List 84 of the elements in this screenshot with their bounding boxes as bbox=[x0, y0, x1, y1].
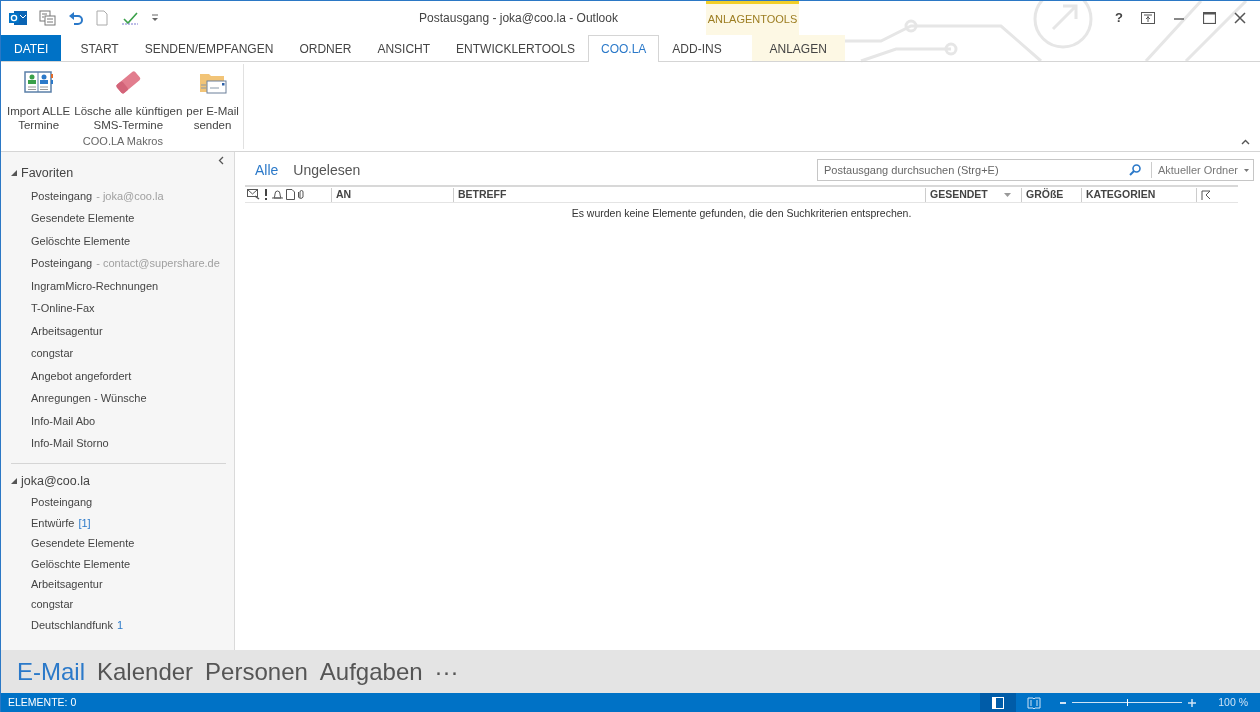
group-label: COO.LA Makros bbox=[81, 133, 164, 149]
folder-item[interactable]: Arbeitsagentur bbox=[31, 322, 103, 340]
folder-item[interactable]: congstar bbox=[31, 345, 74, 362]
customize-caret-icon[interactable] bbox=[151, 13, 159, 23]
folder-item[interactable]: Gelöschte Elemente bbox=[31, 232, 131, 250]
normal-view-icon[interactable] bbox=[992, 696, 1005, 709]
column-header[interactable]: GRÖßE bbox=[1021, 187, 1081, 202]
collapse-ribbon-icon[interactable] bbox=[1241, 139, 1250, 145]
ribbon-display-icon[interactable] bbox=[1141, 12, 1155, 24]
ribbon-tab[interactable]: ENTWICKLERTOOLS bbox=[443, 35, 588, 61]
search-field[interactable]: Postausgang durchsuchen (Strg+E) Aktueller Ordner bbox=[817, 159, 1254, 181]
filter-tab[interactable]: Ungelesen bbox=[283, 159, 366, 181]
document-icon[interactable] bbox=[286, 189, 295, 200]
maximize-icon[interactable] bbox=[1203, 12, 1216, 24]
reading-view-icon[interactable] bbox=[1027, 696, 1042, 709]
folder-item[interactable]: Posteingang bbox=[31, 255, 93, 272]
folder-item[interactable]: Arbeitsagentur bbox=[31, 576, 103, 593]
help-button[interactable]: ? bbox=[1115, 8, 1123, 28]
ribbon-tab[interactable]: COO.LA bbox=[588, 35, 660, 62]
ribbon-tab[interactable]: SENDEN/EMPFANGEN bbox=[131, 35, 287, 61]
folder-item[interactable]: T-Online-Fax bbox=[31, 300, 95, 317]
section-header[interactable]: joka@coo.la bbox=[21, 471, 90, 491]
navigation-item[interactable]: Kalender bbox=[97, 653, 206, 690]
zoom-level[interactable]: 100 % bbox=[1218, 694, 1248, 711]
filter-tab[interactable]: Alle bbox=[245, 159, 284, 181]
sort-caret-icon bbox=[1003, 192, 1011, 197]
column-header[interactable]: AN bbox=[331, 187, 453, 202]
search-icon bbox=[1128, 164, 1141, 176]
folder-item[interactable]: IngramMicro-Rechnungen bbox=[31, 277, 159, 295]
folder-item[interactable]: Angebot angefordert bbox=[31, 367, 132, 385]
ribbon-button[interactable]: Import ALLE Termine bbox=[5, 68, 73, 133]
section-header[interactable]: Favoriten bbox=[21, 164, 74, 183]
ribbon-tab[interactable]: START bbox=[67, 35, 132, 61]
window-title: Postausgang - joka@coo.la - Outlook bbox=[418, 10, 619, 27]
zoom-out-icon[interactable] bbox=[1060, 701, 1067, 704]
zoom-in-icon[interactable] bbox=[1188, 698, 1197, 707]
search-scope-dropdown[interactable]: Aktueller Ordner bbox=[1150, 161, 1253, 179]
navigation-item[interactable]: E-Mail bbox=[17, 653, 97, 690]
flag-icon[interactable] bbox=[1201, 189, 1211, 200]
undo-icon[interactable] bbox=[68, 11, 83, 25]
folder-item[interactable]: Posteingang bbox=[31, 494, 93, 511]
account-label: - contact@supershare.de bbox=[96, 256, 220, 272]
folder-item[interactable]: Posteingang bbox=[31, 187, 93, 205]
app-logo-icon[interactable] bbox=[9, 10, 27, 26]
address-book-icon bbox=[23, 70, 54, 96]
context-tab-group-label: ANLAGENTOOLS bbox=[706, 1, 799, 35]
ribbon-tab[interactable]: DATEI bbox=[1, 35, 62, 61]
navigation-item[interactable]: Aufgaben bbox=[319, 653, 435, 690]
checkmark-icon[interactable] bbox=[121, 11, 139, 25]
folder-item[interactable]: Entwürfe bbox=[31, 514, 75, 532]
paperclip-icon[interactable] bbox=[298, 189, 305, 200]
ribbon-button[interactable]: Lösche alle künftigen SMS-Termine bbox=[72, 68, 185, 133]
folder-item[interactable]: Anregungen - Wünsche bbox=[31, 390, 147, 407]
ribbon-tab[interactable]: ADD-INS bbox=[659, 35, 735, 61]
envelope-icon[interactable] bbox=[247, 189, 260, 200]
dropdown-caret-icon bbox=[1244, 168, 1249, 172]
send-receive-icon[interactable] bbox=[39, 10, 56, 26]
folder-item[interactable]: Gesendete Elemente bbox=[31, 535, 135, 552]
expanded-triangle-icon[interactable] bbox=[11, 170, 17, 177]
folder-item[interactable]: Info-Mail Storno bbox=[31, 435, 109, 452]
empty-list-message: Es wurden keine Elemente gefunden, die den Suchkriterien entsprechen. bbox=[570, 206, 913, 221]
ribbon-button[interactable]: per E-Mail senden bbox=[184, 68, 241, 133]
folder-item[interactable]: congstar bbox=[31, 596, 74, 613]
ribbon-tab[interactable]: ANSICHT bbox=[364, 35, 444, 61]
folder-item[interactable]: Gelöschte Elemente bbox=[31, 555, 131, 573]
folder-item[interactable]: Info-Mail Abo bbox=[31, 412, 96, 430]
ribbon-tab[interactable]: ANLAGEN bbox=[751, 35, 845, 61]
column-header[interactable]: KATEGORIEN bbox=[1081, 187, 1196, 202]
importance-icon[interactable] bbox=[263, 189, 269, 200]
collapse-pane-icon[interactable] bbox=[218, 156, 224, 165]
navigation-item[interactable]: ··· bbox=[434, 653, 471, 690]
navigation-item[interactable]: Personen bbox=[205, 653, 320, 690]
column-header[interactable]: GESENDET bbox=[925, 187, 1021, 202]
folder-item[interactable]: Deutschlandfunk bbox=[31, 616, 113, 634]
close-icon[interactable] bbox=[1234, 12, 1246, 24]
column-header[interactable]: BETREFF bbox=[453, 187, 925, 202]
folder-item[interactable]: Gesendete Elemente bbox=[31, 210, 135, 227]
ribbon-tab[interactable]: ORDNER bbox=[286, 35, 365, 61]
unread-count: [1] bbox=[78, 515, 91, 531]
account-label: - joka@coo.la bbox=[96, 188, 164, 204]
item-count: ELEMENTE: 0 bbox=[8, 694, 77, 710]
bell-icon[interactable] bbox=[272, 189, 283, 200]
unread-count: 1 bbox=[116, 617, 124, 633]
expanded-triangle-icon[interactable] bbox=[11, 478, 17, 485]
